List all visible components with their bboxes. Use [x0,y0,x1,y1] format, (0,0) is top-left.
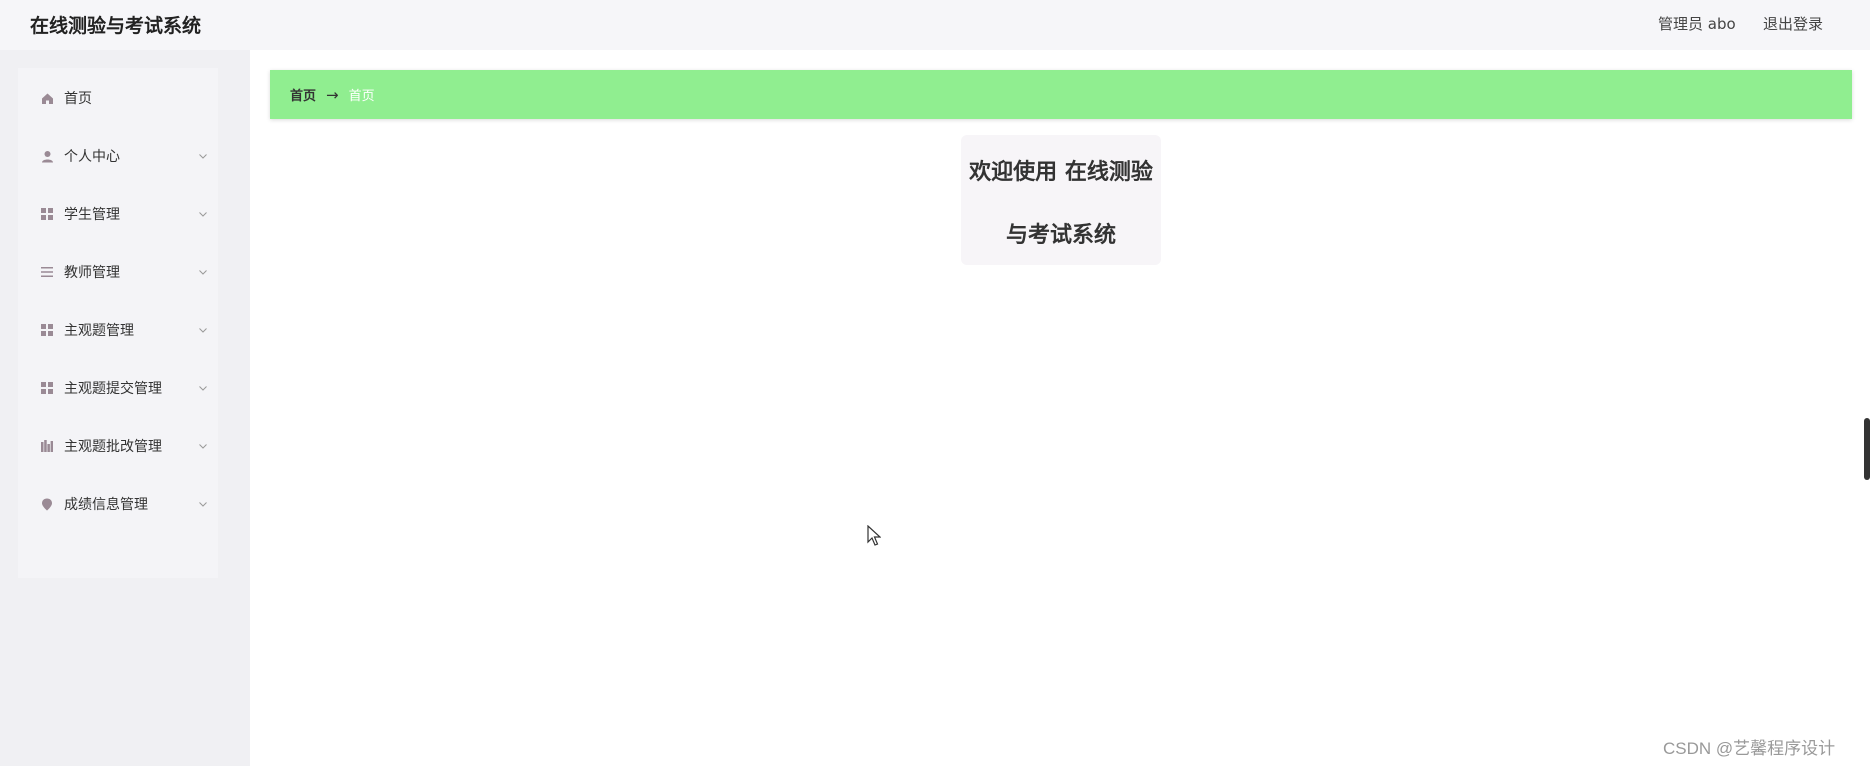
sidebar-item-label: 学生管理 [64,207,120,223]
sidebar-item-subjective-submission-management[interactable]: 主观题提交管理 [18,363,218,413]
sidebar-item-subjective-grading-management[interactable]: 主观题批改管理 [18,421,218,471]
breadcrumb-separator: → [326,85,339,104]
logout-link[interactable]: 退出登录 [1763,13,1823,34]
sidebar-item-label: 主观题管理 [64,323,134,339]
sidebar-item-personal-center[interactable]: 个人中心 [18,131,218,181]
sidebar-item-label: 首页 [64,91,92,107]
mouse-cursor-icon [867,525,881,546]
welcome-card: 欢迎使用 在线测验 与考试系统 [961,135,1161,265]
user-icon [40,149,54,163]
sidebar-item-label: 成绩信息管理 [64,497,148,513]
sidebar-item-label: 主观题提交管理 [64,381,162,397]
chevron-down-icon [199,328,207,333]
main-content: 首页 → 首页 欢迎使用 在线测验 与考试系统 [250,50,1870,766]
welcome-title-line-2: 与考试系统 [1005,223,1116,248]
chevron-down-icon [199,386,207,391]
welcome-title-line-1: 欢迎使用 在线测验 [969,160,1153,185]
grid-icon [40,381,54,395]
sidebar-item-label: 个人中心 [64,149,120,165]
breadcrumb: 首页 → 首页 [270,70,1852,119]
grid-icon [40,323,54,337]
chevron-down-icon [199,154,207,159]
sidebar-item-score-management[interactable]: 成绩信息管理 [18,479,218,529]
chevron-down-icon [199,444,207,449]
sidebar-item-student-management[interactable]: 学生管理 [18,189,218,239]
chevron-down-icon [199,270,207,275]
top-header: 在线测验与考试系统 管理员 abo 退出登录 [0,0,1870,50]
sidebar-item-subjective-question-management[interactable]: 主观题管理 [18,305,218,355]
sidebar: 首页 个人中心 学生管理 教师管理 主观题管理 主观题提交管理 主观题批改管理 … [0,50,250,766]
chevron-down-icon [199,502,207,507]
current-user-label: 管理员 abo [1658,15,1736,33]
home-icon [40,91,54,105]
breadcrumb-home-link[interactable]: 首页 [290,85,316,104]
sidebar-item-label: 主观题批改管理 [64,439,162,455]
sidebar-item-label: 教师管理 [64,265,120,281]
scrollbar-thumb[interactable] [1864,418,1870,480]
watermark: CSDN @艺馨程序设计 [1663,739,1836,758]
list-icon [40,265,54,279]
sidebar-menu: 首页 个人中心 学生管理 教师管理 主观题管理 主观题提交管理 主观题批改管理 … [18,68,218,578]
grid-icon [40,207,54,221]
app-title: 在线测验与考试系统 [30,15,202,37]
pin-icon [40,497,54,511]
sidebar-item-teacher-management[interactable]: 教师管理 [18,247,218,297]
chevron-down-icon [199,212,207,217]
sidebar-item-home[interactable]: 首页 [18,73,218,123]
breadcrumb-current: 首页 [348,89,375,104]
bar-chart-icon [40,439,54,453]
